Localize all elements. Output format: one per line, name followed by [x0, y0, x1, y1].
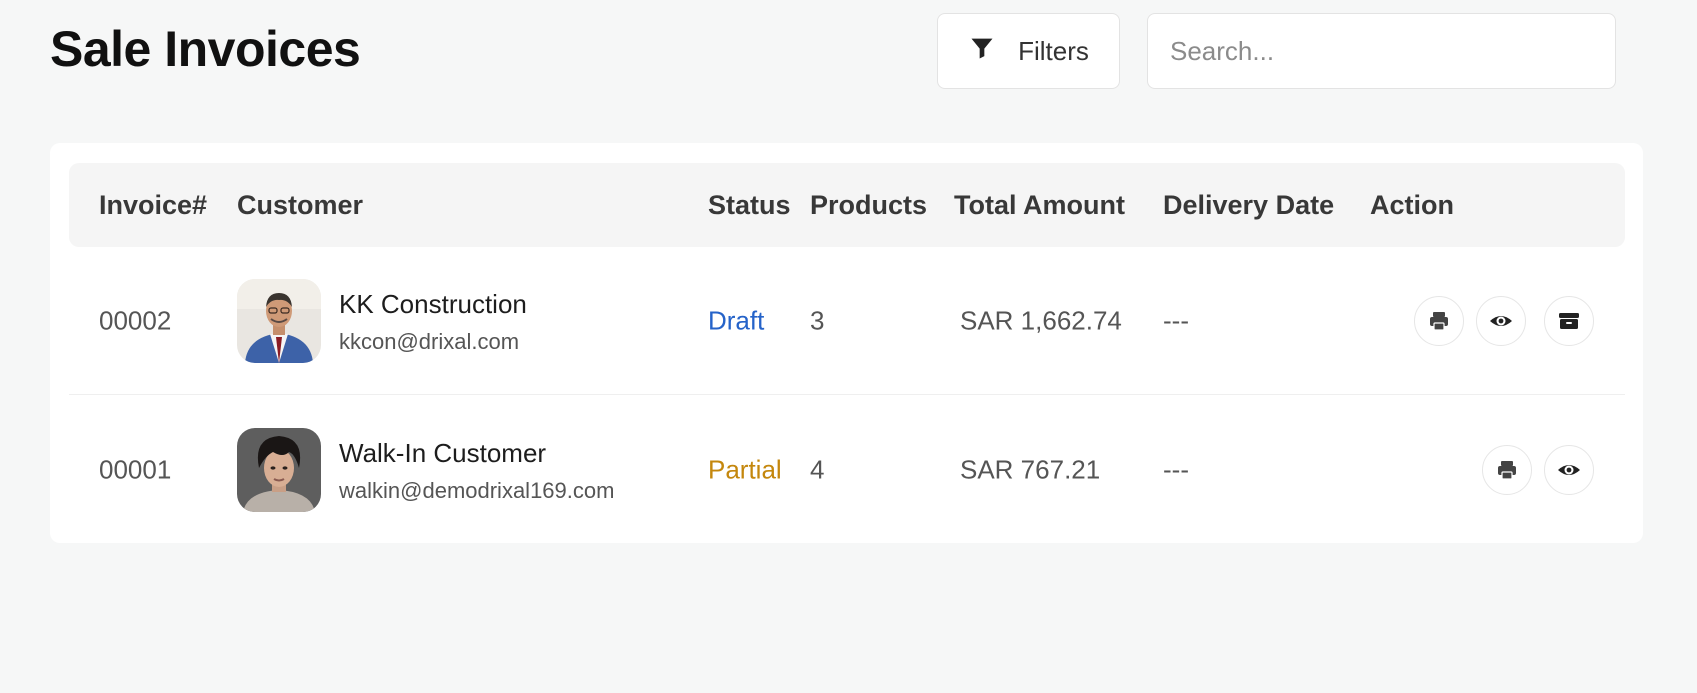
- column-header-customer: Customer: [237, 190, 364, 220]
- products-count: 3: [810, 305, 825, 335]
- avatar: [237, 428, 321, 512]
- view-icon: [1490, 315, 1512, 326]
- delivery-date: ---: [1163, 454, 1189, 485]
- customer-name: Walk-In Customer: [339, 438, 547, 468]
- invoice-number: 00001: [99, 454, 172, 485]
- table-row[interactable]: 00001 Walk-In Customer walkin@demodrixal…: [69, 396, 1625, 544]
- invoices-table: Invoice# Customer Status Products Total …: [50, 143, 1643, 543]
- filters-label: Filters: [1018, 35, 1089, 66]
- column-header-products: Products: [810, 190, 928, 220]
- customer-email: kkcon@drixal.com: [339, 329, 520, 354]
- search-input[interactable]: [1148, 14, 1615, 88]
- print-icon: [1430, 311, 1448, 331]
- total-amount: SAR 767.21: [960, 454, 1101, 485]
- view-icon: [1558, 465, 1580, 475]
- column-header-invoice: Invoice#: [99, 190, 208, 220]
- archive-icon: [1559, 312, 1579, 329]
- filter-icon: [968, 34, 996, 69]
- customer-name: KK Construction: [339, 289, 527, 319]
- column-header-delivery-date: Delivery Date: [1163, 190, 1335, 220]
- avatar: [237, 278, 321, 363]
- status-badge: Draft: [708, 305, 765, 335]
- products-count: 4: [810, 454, 825, 485]
- print-button[interactable]: [1414, 295, 1464, 346]
- view-button[interactable]: [1476, 295, 1526, 346]
- filters-button[interactable]: Filters: [937, 13, 1120, 89]
- delivery-date: ---: [1163, 305, 1189, 335]
- view-button[interactable]: [1544, 445, 1594, 495]
- archive-button[interactable]: [1544, 295, 1594, 346]
- column-header-action: Action: [1370, 190, 1454, 220]
- column-header-status: Status: [708, 190, 791, 220]
- status-badge: Partial: [708, 454, 782, 485]
- print-button[interactable]: [1482, 445, 1532, 495]
- print-icon: [1498, 461, 1516, 480]
- search-box: [1147, 13, 1616, 89]
- customer-email: walkin@demodrixal169.com: [339, 478, 615, 503]
- table-row[interactable]: 00002 KK Construction kkcon@drixal.com D…: [69, 247, 1625, 395]
- page-title: Sale Invoices: [50, 21, 361, 77]
- invoice-number: 00002: [99, 305, 172, 335]
- table-header: Invoice# Customer Status Products Total …: [69, 163, 1625, 247]
- column-header-total-amount: Total Amount: [954, 190, 1125, 220]
- total-amount: SAR 1,662.74: [960, 305, 1122, 335]
